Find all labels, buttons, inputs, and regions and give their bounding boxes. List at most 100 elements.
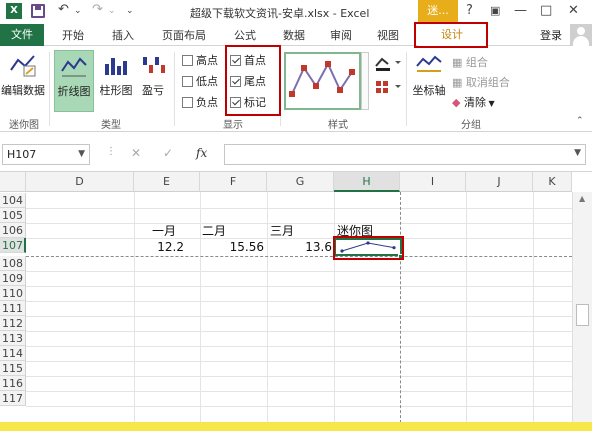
- high-point-box[interactable]: [182, 55, 193, 66]
- column-header-h[interactable]: H: [334, 172, 400, 192]
- tab-file[interactable]: 文件: [0, 24, 44, 46]
- redo-icon[interactable]: ↷: [92, 2, 103, 17]
- winloss-type-button[interactable]: 盈亏: [138, 50, 168, 112]
- low-point-checkbox[interactable]: 低点: [182, 73, 218, 89]
- row-header-107[interactable]: 107: [0, 238, 26, 253]
- cell-f106[interactable]: 二月: [202, 224, 226, 239]
- enter-icon[interactable]: ✓: [163, 146, 173, 160]
- scroll-up-icon[interactable]: ▲: [579, 194, 585, 203]
- axis-button[interactable]: 坐标轴: [410, 50, 448, 112]
- undo-icon[interactable]: ↶: [58, 2, 69, 17]
- cancel-icon[interactable]: ✕: [131, 146, 141, 160]
- collapse-ribbon-icon[interactable]: ⌃: [576, 116, 584, 126]
- gallery-scrollbar[interactable]: [361, 52, 369, 110]
- tab-data[interactable]: 数据: [283, 27, 305, 43]
- row-header-105[interactable]: 105: [0, 208, 26, 223]
- row-header-104[interactable]: 104: [0, 193, 26, 208]
- negative-point-box[interactable]: [182, 97, 193, 108]
- cell-f107[interactable]: 15.56: [200, 240, 264, 255]
- customize-qat-icon[interactable]: ⌄: [126, 6, 134, 16]
- negative-point-checkbox[interactable]: 负点: [182, 94, 218, 110]
- high-point-checkbox[interactable]: 高点: [182, 52, 218, 68]
- sheet-tab-bar[interactable]: [0, 422, 592, 431]
- ribbon-display-icon[interactable]: ▣: [490, 4, 500, 17]
- save-icon[interactable]: [31, 4, 45, 18]
- cell-g107[interactable]: 13.6: [267, 240, 332, 255]
- expand-formula-icon[interactable]: ▼: [574, 148, 581, 158]
- edit-data-button[interactable]: 编辑数据: [0, 50, 46, 112]
- ungroup-button[interactable]: ▦ 取消组合: [452, 74, 510, 90]
- cell-e106[interactable]: 一月: [152, 224, 176, 239]
- first-point-box[interactable]: [230, 55, 241, 66]
- column-header-e[interactable]: E: [134, 172, 200, 192]
- row-header-110[interactable]: 110: [0, 286, 26, 301]
- sparkline-color-button[interactable]: [374, 54, 402, 72]
- formula-input[interactable]: ▼: [224, 144, 586, 165]
- row-header-114[interactable]: 114: [0, 346, 26, 361]
- row-header-106[interactable]: 106: [0, 223, 26, 238]
- first-point-label: 首点: [244, 54, 266, 67]
- sparkline-style-gallery[interactable]: [284, 52, 361, 110]
- tab-review[interactable]: 审阅: [330, 27, 352, 43]
- sign-in-link[interactable]: 登录: [540, 27, 562, 43]
- vertical-scrollbar[interactable]: ▲: [572, 192, 592, 424]
- group-button[interactable]: ▦ 组合: [452, 54, 488, 70]
- maximize-icon[interactable]: □: [540, 3, 552, 18]
- last-point-box[interactable]: [230, 76, 241, 87]
- row-header-116[interactable]: 116: [0, 376, 26, 391]
- column-header-g[interactable]: G: [267, 172, 334, 192]
- name-box-value: H107: [7, 148, 37, 161]
- tab-home[interactable]: 开始: [62, 27, 84, 43]
- window-title: 超级下载软文资讯-安卓.xlsx - Excel: [190, 7, 370, 20]
- tab-insert[interactable]: 插入: [112, 27, 134, 43]
- column-header-i[interactable]: I: [400, 172, 466, 192]
- group-separator: [49, 52, 50, 126]
- row-header-109[interactable]: 109: [0, 271, 26, 286]
- column-type-button[interactable]: 柱形图: [96, 50, 136, 112]
- close-icon[interactable]: ✕: [568, 3, 579, 18]
- worksheet-grid[interactable]: D E F G H I J K 104 105 106 107 108 109 …: [0, 172, 592, 424]
- low-point-box[interactable]: [182, 76, 193, 87]
- cell-e107[interactable]: 12.2: [134, 240, 184, 255]
- marker-color-icon: [376, 81, 401, 93]
- gridline: [26, 301, 572, 302]
- column-header-f[interactable]: F: [200, 172, 267, 192]
- insert-function-icon[interactable]: fx: [196, 146, 207, 160]
- gridline: [267, 192, 268, 424]
- cell-g106[interactable]: 三月: [270, 224, 294, 239]
- markers-checkbox[interactable]: 标记: [230, 94, 266, 110]
- minimize-icon[interactable]: —: [514, 3, 527, 18]
- tab-design[interactable]: 设计: [418, 24, 486, 46]
- help-icon[interactable]: ?: [466, 3, 473, 18]
- active-cell-h107[interactable]: [334, 238, 402, 256]
- scrollbar-thumb[interactable]: [576, 304, 589, 326]
- row-header-111[interactable]: 111: [0, 301, 26, 316]
- column-header-d[interactable]: D: [26, 172, 134, 192]
- line-type-button[interactable]: 折线图: [54, 50, 94, 112]
- select-all-corner[interactable]: [0, 172, 26, 192]
- clear-dropdown-icon: ▼: [485, 99, 495, 108]
- row-header-117[interactable]: 117: [0, 391, 26, 406]
- column-header-k[interactable]: K: [533, 172, 572, 192]
- page-break-vertical: [400, 192, 401, 424]
- name-box-dropdown-icon[interactable]: ▼: [78, 145, 85, 164]
- clear-button[interactable]: ◆ 清除 ▼: [452, 94, 495, 110]
- row-header-108[interactable]: 108: [0, 256, 26, 271]
- row-header-113[interactable]: 113: [0, 331, 26, 346]
- cell-h106[interactable]: 迷你图: [337, 224, 373, 239]
- undo-dropdown-icon[interactable]: ⌄: [74, 6, 82, 16]
- row-header-115[interactable]: 115: [0, 361, 26, 376]
- redo-dropdown-icon[interactable]: ⌄: [108, 6, 116, 16]
- tab-page-layout[interactable]: 页面布局: [162, 27, 206, 43]
- tab-view[interactable]: 视图: [377, 27, 399, 43]
- last-point-checkbox[interactable]: 尾点: [230, 73, 266, 89]
- avatar[interactable]: [570, 24, 592, 46]
- row-header-112[interactable]: 112: [0, 316, 26, 331]
- tab-formulas[interactable]: 公式: [234, 27, 256, 43]
- marker-color-button[interactable]: [374, 78, 402, 96]
- column-header-j[interactable]: J: [466, 172, 533, 192]
- markers-box[interactable]: [230, 97, 241, 108]
- first-point-checkbox[interactable]: 首点: [230, 52, 266, 68]
- name-box[interactable]: H107 ▼: [2, 144, 90, 165]
- fill-handle[interactable]: [398, 254, 403, 259]
